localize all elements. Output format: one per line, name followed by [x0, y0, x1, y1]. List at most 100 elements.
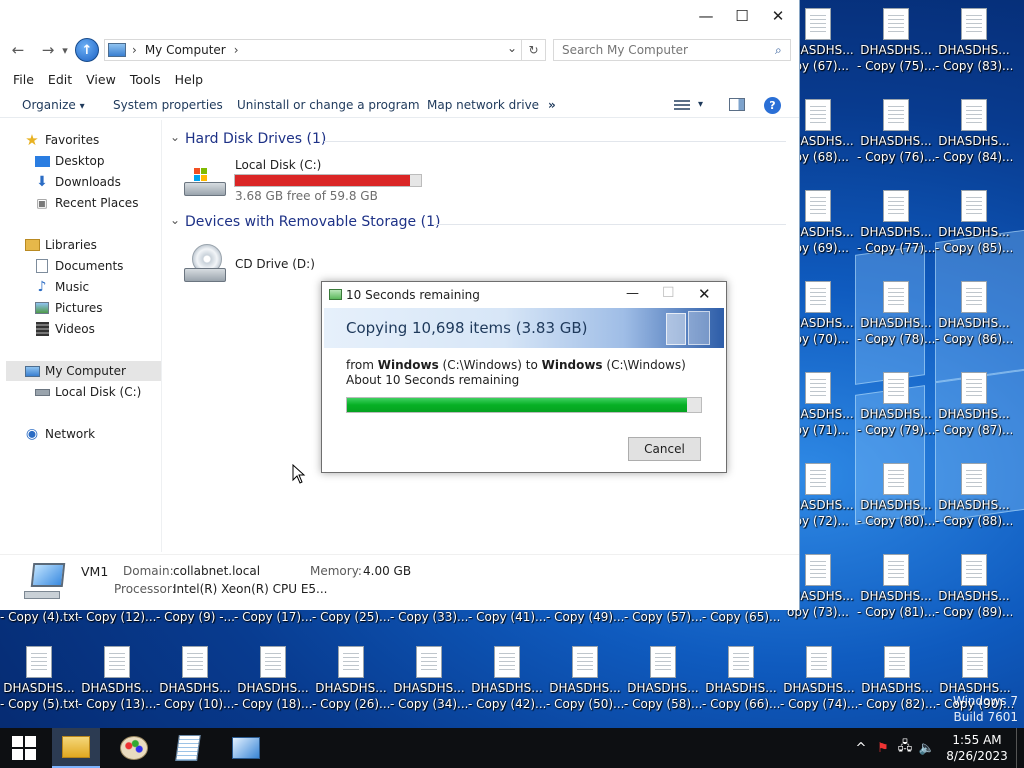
- desktop-file-icon[interactable]: DHASDHS... - Copy (18)...: [234, 646, 312, 712]
- explorer-titlebar[interactable]: — ☐ ✕: [0, 0, 799, 34]
- desktop-file-icon[interactable]: DHASDHS... - Copy (26)...: [312, 646, 390, 712]
- desktop-file-icon[interactable]: DHASDHS... - Copy (82)...: [858, 646, 936, 712]
- desktop-file-icon[interactable]: DHASDHS... - Copy (86)...: [935, 281, 1013, 347]
- search-input[interactable]: [553, 39, 791, 61]
- close-icon[interactable]: ✕: [698, 285, 711, 303]
- desktop-file-label[interactable]: - Copy (9) -...: [156, 610, 234, 624]
- address-dropdown-icon[interactable]: ⌄: [507, 41, 517, 55]
- menu-view[interactable]: View: [79, 70, 123, 90]
- network-tray-icon[interactable]: 🖧: [894, 728, 916, 768]
- chevron-down-icon[interactable]: ▾: [698, 92, 703, 118]
- desktop-file-icon[interactable]: DHASDHS... - Copy (84)...: [935, 99, 1013, 165]
- back-button[interactable]: ←: [8, 40, 28, 60]
- desktop-file-label[interactable]: - Copy (49)...: [546, 610, 624, 624]
- help-icon[interactable]: ?: [764, 97, 781, 114]
- taskbar-file-explorer[interactable]: [52, 728, 100, 768]
- desktop-file-icon[interactable]: DHASDHS... - Copy (10)...: [156, 646, 234, 712]
- dialog-titlebar[interactable]: 10 Seconds remaining — ☐ ✕: [322, 282, 726, 308]
- breadcrumb-my-computer[interactable]: My Computer: [145, 43, 226, 57]
- destination-link[interactable]: Windows: [542, 358, 603, 372]
- sidebar-item-videos[interactable]: Videos: [34, 319, 95, 339]
- desktop-file-icon[interactable]: DHASDHS... - Copy (50)...: [546, 646, 624, 712]
- taskbar-notepad[interactable]: [164, 728, 212, 768]
- action-center-icon[interactable]: ⚑: [872, 728, 894, 768]
- organize-button[interactable]: Organize ▾: [22, 92, 85, 120]
- desktop-file-label[interactable]: - Copy (25)...: [312, 610, 390, 624]
- desktop-file-icon[interactable]: DHASDHS... - Copy (80)...: [857, 463, 935, 529]
- map-network-drive-button[interactable]: Map network drive: [427, 92, 539, 118]
- preview-pane-icon[interactable]: [729, 98, 745, 111]
- up-button[interactable]: ↑: [75, 38, 99, 62]
- desktop-file-icon[interactable]: DHASDHS... - Copy (34)...: [390, 646, 468, 712]
- sidebar-item-my-computer[interactable]: My Computer: [24, 361, 126, 381]
- sidebar-item-recent-places[interactable]: ▣ Recent Places: [34, 193, 138, 213]
- desktop-file-label[interactable]: - Copy (12)...: [78, 610, 156, 624]
- desktop-file-icon[interactable]: DHASDHS... - Copy (81)...: [857, 554, 935, 620]
- desktop-file-icon[interactable]: DHASDHS... - Copy (74)...: [780, 646, 858, 712]
- minimize-button[interactable]: —: [688, 0, 724, 32]
- refresh-button[interactable]: ↻: [522, 39, 546, 61]
- menu-tools[interactable]: Tools: [123, 70, 168, 90]
- desktop-file-icon[interactable]: DHASDHS... - Copy (87)...: [935, 372, 1013, 438]
- menu-edit[interactable]: Edit: [41, 70, 79, 90]
- drive-c[interactable]: Local Disk (C:) 3.68 GB free of 59.8 GB: [184, 158, 444, 206]
- sidebar-item-music[interactable]: ♪ Music: [34, 277, 90, 297]
- recent-locations-button[interactable]: ▾: [58, 40, 72, 60]
- sidebar-item-libraries[interactable]: Libraries: [24, 235, 97, 255]
- volume-tray-icon[interactable]: 🔈: [916, 728, 938, 768]
- forward-button[interactable]: →: [38, 40, 58, 60]
- menu-file[interactable]: File: [0, 70, 41, 90]
- show-hidden-icons-button[interactable]: ^: [850, 728, 872, 768]
- menu-help[interactable]: Help: [168, 70, 211, 90]
- address-bar[interactable]: › My Computer › ⌄: [104, 39, 522, 61]
- minimize-icon[interactable]: —: [626, 286, 639, 301]
- clock[interactable]: 1:55 AM 8/26/2023: [938, 732, 1016, 764]
- taskbar-remote-app[interactable]: [222, 728, 270, 768]
- sidebar-item-network[interactable]: ◉ Network: [24, 424, 95, 444]
- cancel-button[interactable]: Cancel: [628, 437, 701, 461]
- desktop-file-icon[interactable]: DHASDHS... - Copy (76)...: [857, 99, 935, 165]
- desktop-file-icon[interactable]: DHASDHS... - Copy (75)...: [857, 8, 935, 74]
- search-icon[interactable]: ⌕: [775, 43, 782, 58]
- desktop-file-icon[interactable]: DHASDHS... - Copy (58)...: [624, 646, 702, 712]
- desktop-file-icon[interactable]: DHASDHS... - Copy (66)...: [702, 646, 780, 712]
- desktop-file-icon[interactable]: DHASDHS... - Copy (78)...: [857, 281, 935, 347]
- close-button[interactable]: ✕: [760, 0, 796, 32]
- desktop-file-icon[interactable]: DHASDHS... - Copy (13)...: [78, 646, 156, 712]
- desktop-file-label[interactable]: - Copy (17)...: [234, 610, 312, 624]
- system-properties-button[interactable]: System properties: [113, 92, 223, 118]
- show-desktop-button[interactable]: [1016, 728, 1024, 768]
- text-file-icon: [494, 646, 520, 678]
- more-commands-button[interactable]: »: [548, 92, 556, 118]
- sidebar-item-documents[interactable]: Documents: [34, 256, 123, 276]
- desktop-file-icon[interactable]: DHASDHS... - Copy (85)...: [935, 190, 1013, 256]
- group-header-removable[interactable]: Devices with Removable Storage (1): [185, 214, 440, 230]
- desktop-file-icon[interactable]: DHASDHS... - Copy (88)...: [935, 463, 1013, 529]
- maximize-button[interactable]: ☐: [724, 0, 760, 32]
- sidebar-item-local-disk[interactable]: Local Disk (C:): [34, 382, 141, 402]
- group-header-hard-disks[interactable]: Hard Disk Drives (1): [185, 131, 326, 147]
- collapse-icon[interactable]: ⌄: [170, 213, 180, 227]
- sidebar-item-favorites[interactable]: ★ Favorites: [24, 130, 99, 150]
- desktop-file-icon[interactable]: DHASDHS... - Copy (42)...: [468, 646, 546, 712]
- taskbar-paint[interactable]: [110, 728, 158, 768]
- desktop-file-icon[interactable]: DHASDHS... - Copy (83)...: [935, 8, 1013, 74]
- desktop-file-label[interactable]: - Copy (65)...: [702, 610, 780, 624]
- sidebar-item-desktop[interactable]: Desktop: [34, 151, 105, 171]
- start-button[interactable]: [0, 728, 48, 768]
- desktop-file-icon[interactable]: DHASDHS... - Copy (89)...: [935, 554, 1013, 620]
- desktop-file-label[interactable]: - Copy (4).txt: [0, 610, 78, 624]
- desktop-file-label[interactable]: - Copy (57)...: [624, 610, 702, 624]
- uninstall-program-button[interactable]: Uninstall or change a program: [237, 92, 420, 118]
- desktop-file-icon[interactable]: DHASDHS... - Copy (79)...: [857, 372, 935, 438]
- desktop-file-name: DHASDHS...: [237, 681, 309, 695]
- sidebar-item-downloads[interactable]: ⬇ Downloads: [34, 172, 121, 192]
- desktop-file-label[interactable]: - Copy (41)...: [468, 610, 546, 624]
- sidebar-item-pictures[interactable]: Pictures: [34, 298, 103, 318]
- collapse-icon[interactable]: ⌄: [170, 130, 180, 144]
- source-link[interactable]: Windows: [378, 358, 439, 372]
- desktop-file-icon[interactable]: DHASDHS... - Copy (77)...: [857, 190, 935, 256]
- desktop-file-label[interactable]: - Copy (33)...: [390, 610, 468, 624]
- desktop-file-icon[interactable]: DHASDHS... - Copy (5).txt: [0, 646, 78, 712]
- change-view-icon[interactable]: [674, 100, 690, 112]
